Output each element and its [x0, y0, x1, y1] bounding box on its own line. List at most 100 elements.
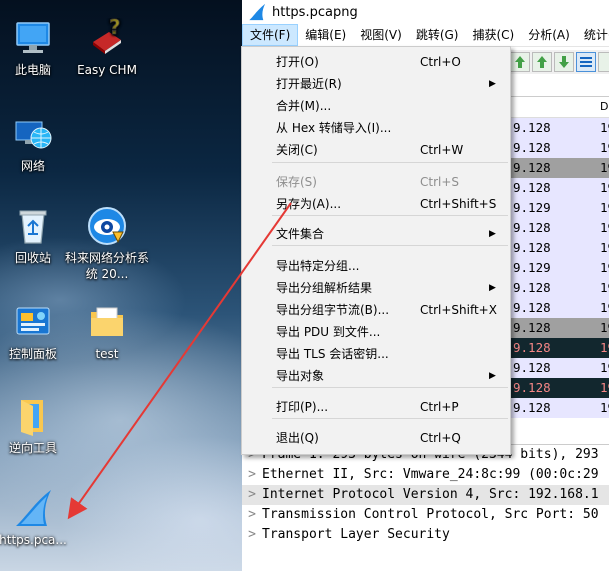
file-menu-item[interactable]: 退出(Q) Ctrl+Q — [242, 427, 510, 449]
packet-row[interactable]: 9.128 19 — [510, 118, 609, 138]
menu-item-shortcut: Ctrl+Shift+S — [420, 197, 497, 211]
detail-row-ipv4[interactable]: > Internet Protocol Version 4, Src: 192.1… — [242, 485, 609, 505]
file-menu-item[interactable]: 打印(P)... Ctrl+P — [242, 396, 510, 418]
packet-source-cell: 9.128 — [513, 140, 551, 155]
submenu-arrow-icon: ▶ — [489, 79, 496, 89]
expand-arrow-icon[interactable]: > — [242, 525, 262, 545]
packet-source-cell: 9.128 — [513, 120, 551, 135]
file-menu-item[interactable]: 导出 TLS 会话密钥... — [242, 343, 510, 365]
file-menu-dropdown: 打开(O) Ctrl+O 打开最近(R) ▶ 合并(M)... 从 Hex 转储导入(I)… — [241, 46, 511, 455]
file-menu-item[interactable]: 导出特定分组... — [242, 255, 510, 277]
file-menu-item[interactable]: 导出对象 ▶ — [242, 365, 510, 387]
detail-text: Internet Protocol Version 4, Src: 192.16… — [262, 487, 599, 502]
packet-row[interactable]: 9.128 19 — [510, 238, 609, 258]
packet-source-cell: 9.128 — [513, 320, 551, 335]
menu-item-label: 导出分组字节流(B)... — [276, 303, 390, 317]
file-menu-item[interactable]: 打开最近(R) ▶ — [242, 73, 510, 95]
packet-destination-cell: 19 — [600, 260, 609, 275]
packet-destination-cell: 19 — [600, 240, 609, 255]
desktop-icon-reverse-tools[interactable]: 逆向工具 — [0, 396, 76, 456]
packet-destination-cell: 19 — [600, 360, 609, 375]
desktop-icon-test-folder[interactable]: test — [64, 302, 150, 362]
display-filter-bar[interactable] — [510, 74, 609, 97]
packet-row[interactable]: 9.128 19 — [510, 218, 609, 238]
packet-destination-cell: 19 — [600, 160, 609, 175]
detail-row-tcp[interactable]: > Transmission Control Protocol, Src Port… — [242, 505, 609, 525]
column-destination-header[interactable]: De — [600, 100, 609, 113]
menu-analyze[interactable]: 分析(A) — [521, 24, 577, 46]
menu-go[interactable]: 跳转(G) — [409, 24, 466, 46]
menu-capture[interactable]: 捕获(C) — [465, 24, 521, 46]
title-bar[interactable]: https.pcapng — [242, 0, 609, 24]
window-title: https.pcapng — [272, 4, 358, 20]
file-menu-item[interactable]: 导出 PDU 到文件... — [242, 321, 510, 343]
file-menu-item[interactable]: 导出分组解析结果 ▶ — [242, 277, 510, 299]
file-menu-item[interactable]: 另存为(A)... Ctrl+Shift+S — [242, 193, 510, 215]
file-menu-item[interactable]: 关闭(C) Ctrl+W — [242, 139, 510, 161]
menu-statistics[interactable]: 统计( — [577, 24, 609, 46]
packet-row[interactable]: 9.129 19 — [510, 258, 609, 278]
colorize-icon[interactable] — [598, 52, 609, 72]
packet-row[interactable]: 9.128 19 — [510, 318, 609, 338]
desktop-icon-easy-chm[interactable]: ? Easy CHM — [64, 15, 150, 78]
detail-text: Transport Layer Security — [262, 527, 450, 542]
go-first-packet-icon[interactable] — [510, 52, 530, 72]
file-menu-item: 保存(S) Ctrl+S — [242, 171, 510, 193]
menu-item-label: 打开最近(R) — [276, 77, 342, 91]
menu-item-label: 合并(M)... — [276, 99, 332, 113]
menu-separator — [272, 245, 508, 246]
wireshark-fin-icon — [248, 3, 266, 21]
go-down-icon[interactable] — [554, 52, 574, 72]
expand-arrow-icon[interactable]: > — [242, 505, 262, 525]
packet-source-cell: 9.129 — [513, 200, 551, 215]
packet-row[interactable]: 9.128 19 — [510, 378, 609, 398]
folder-icon — [87, 302, 127, 342]
folder-icon — [13, 396, 53, 436]
packet-source-cell: 9.128 — [513, 360, 551, 375]
menu-item-label: 导出特定分组... — [276, 259, 360, 273]
packet-row[interactable]: 9.128 19 — [510, 338, 609, 358]
file-menu-item[interactable]: 导出分组字节流(B)... Ctrl+Shift+X — [242, 299, 510, 321]
desktop-icon-https-pcapng[interactable]: https.pca... — [0, 488, 76, 548]
desktop-icon-network[interactable]: 网络 — [0, 114, 76, 174]
menu-separator — [272, 215, 508, 216]
menu-edit[interactable]: 编辑(E) — [298, 24, 353, 46]
file-menu-item[interactable]: 打开(O) Ctrl+O — [242, 51, 510, 73]
packet-row[interactable]: 9.128 19 — [510, 178, 609, 198]
packet-row[interactable]: 9.128 19 — [510, 158, 609, 178]
packet-destination-cell: 19 — [600, 300, 609, 315]
file-menu-item[interactable]: 从 Hex 转储导入(I)... — [242, 117, 510, 139]
menu-item-label: 导出对象 — [276, 369, 325, 383]
menu-item-shortcut: Ctrl+W — [420, 143, 464, 157]
file-menu-item[interactable]: 文件集合 ▶ — [242, 223, 510, 245]
autoscroll-icon[interactable] — [576, 52, 596, 72]
file-menu-item[interactable]: 合并(M)... — [242, 95, 510, 117]
menu-item-shortcut: Ctrl+Q — [420, 431, 461, 445]
menu-item-label: 导出 TLS 会话密钥... — [276, 347, 389, 361]
packet-row[interactable]: 9.128 19 — [510, 278, 609, 298]
packet-row[interactable]: 9.129 19 — [510, 198, 609, 218]
desktop-icon-colasoft[interactable]: 科来网络分析系统 20... — [64, 206, 150, 282]
computer-icon — [13, 18, 53, 58]
packet-row[interactable]: 9.128 19 — [510, 298, 609, 318]
expand-arrow-icon[interactable]: > — [242, 465, 262, 485]
packet-row[interactable]: 9.128 19 — [510, 138, 609, 158]
menu-file[interactable]: 文件(F) — [242, 24, 299, 46]
menu-item-label: 打印(P)... — [276, 400, 329, 414]
detail-text: Transmission Control Protocol, Src Port:… — [262, 507, 599, 522]
detail-row-ethernet[interactable]: > Ethernet II, Src: Vmware_24:8c:99 (00:0… — [242, 465, 609, 485]
packet-destination-cell: 19 — [600, 280, 609, 295]
menu-item-shortcut: Ctrl+Shift+X — [420, 303, 497, 317]
menu-view[interactable]: 视图(V) — [353, 24, 409, 46]
menu-item-label: 从 Hex 转储导入(I)... — [276, 121, 392, 135]
menu-item-shortcut: Ctrl+S — [420, 175, 460, 189]
colasoft-eye-icon — [87, 206, 127, 246]
go-up-icon[interactable] — [532, 52, 552, 72]
expand-arrow-icon[interactable]: > — [242, 485, 262, 505]
packet-row[interactable]: 9.128 19 — [510, 398, 609, 418]
menu-item-label: 导出分组解析结果 — [276, 281, 373, 295]
detail-row-tls[interactable]: > Transport Layer Security — [242, 525, 609, 545]
main-toolbar — [510, 50, 609, 74]
packet-row[interactable]: 9.128 19 — [510, 358, 609, 378]
control-panel-icon — [13, 302, 53, 342]
